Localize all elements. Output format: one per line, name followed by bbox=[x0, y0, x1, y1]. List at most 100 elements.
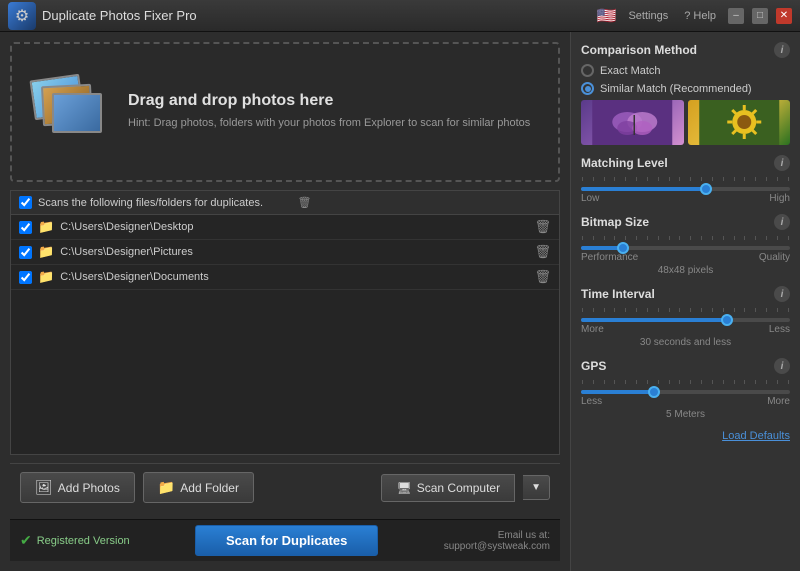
add-photos-label: Add Photos bbox=[58, 481, 120, 495]
add-photos-button[interactable]: 🖼 Add Photos bbox=[20, 472, 135, 503]
comparison-images bbox=[581, 100, 790, 145]
gps-center-label: 5 Meters bbox=[581, 409, 790, 420]
folder-checkbox-2[interactable] bbox=[19, 271, 32, 284]
add-photos-icon: 🖼 bbox=[35, 479, 53, 496]
folder-icon-2: 📁 bbox=[38, 269, 54, 285]
list-item[interactable]: 📁 C:\Users\Designer\Pictures 🗑 bbox=[11, 240, 559, 265]
registered-icon: ✔ bbox=[20, 532, 32, 549]
matching-level-low: Low bbox=[581, 193, 599, 204]
matching-level-title: Matching Level bbox=[581, 156, 668, 170]
time-interval-section: Time Interval i More Less 30 seconds and… bbox=[581, 286, 790, 348]
left-panel: Drag and drop photos here Hint: Drag pho… bbox=[0, 32, 570, 571]
bitmap-performance: Performance bbox=[581, 252, 638, 263]
comparison-radio-group: Exact Match Similar Match (Recommended) bbox=[581, 64, 790, 95]
similar-match-radio[interactable] bbox=[581, 82, 594, 95]
time-interval-less: Less bbox=[769, 324, 790, 335]
bitmap-size-info-icon[interactable]: i bbox=[774, 214, 790, 230]
photos-icon bbox=[32, 77, 112, 147]
bitmap-center-label: 48x48 pixels bbox=[581, 265, 790, 276]
matching-level-section: Matching Level i Low High bbox=[581, 155, 790, 204]
time-interval-slider[interactable] bbox=[581, 318, 790, 322]
folder-list-container: Scans the following files/folders for du… bbox=[10, 190, 560, 455]
drop-text: Drag and drop photos here Hint: Drag pho… bbox=[128, 92, 530, 131]
minimize-button[interactable]: – bbox=[728, 8, 744, 24]
gps-slider[interactable] bbox=[581, 390, 790, 394]
drop-hint: Hint: Drag photos, folders with your pho… bbox=[128, 116, 530, 131]
app-title: Duplicate Photos Fixer Pro bbox=[42, 8, 197, 23]
comparison-method-header: Comparison Method i bbox=[581, 42, 790, 58]
bitmap-size-slider[interactable] bbox=[581, 246, 790, 250]
folder-icon-1: 📁 bbox=[38, 244, 54, 260]
add-folder-button[interactable]: 📁 Add Folder bbox=[143, 472, 254, 503]
folder-list-header-text: Scans the following files/folders for du… bbox=[38, 197, 292, 209]
time-interval-info-icon[interactable]: i bbox=[774, 286, 790, 302]
title-bar-left: ⚙ Duplicate Photos Fixer Pro bbox=[8, 2, 197, 30]
scan-computer-label: Scan Computer bbox=[417, 481, 500, 495]
time-interval-header: Time Interval i bbox=[581, 286, 790, 302]
title-bar-right: 🇺🇸 Settings ? Help – □ ✕ bbox=[597, 6, 792, 26]
load-defaults-link[interactable]: Load Defaults bbox=[581, 430, 790, 442]
folder-icon-0: 📁 bbox=[38, 219, 54, 235]
add-folder-icon: 📁 bbox=[158, 479, 175, 496]
header-trash-icon[interactable]: 🗑 bbox=[298, 196, 552, 209]
gps-info-icon[interactable]: i bbox=[774, 358, 790, 374]
time-interval-center-label: 30 seconds and less bbox=[581, 337, 790, 348]
bitmap-size-header: Bitmap Size i bbox=[581, 214, 790, 230]
registered-text: Registered Version bbox=[37, 535, 130, 547]
comparison-method-title: Comparison Method bbox=[581, 43, 697, 57]
folder-path-0: C:\Users\Designer\Desktop bbox=[60, 221, 528, 233]
butterfly-image bbox=[581, 100, 684, 145]
folder-checkbox-0[interactable] bbox=[19, 221, 32, 234]
main-container: Drag and drop photos here Hint: Drag pho… bbox=[0, 32, 800, 571]
drop-heading: Drag and drop photos here bbox=[128, 92, 530, 110]
select-all-checkbox[interactable] bbox=[19, 196, 32, 209]
folder-trash-0[interactable]: 🗑 bbox=[534, 219, 551, 235]
add-folder-label: Add Folder bbox=[180, 481, 239, 495]
status-bar: ✔ Registered Version Scan for Duplicates… bbox=[10, 519, 560, 561]
list-item[interactable]: 📁 C:\Users\Designer\Documents 🗑 bbox=[11, 265, 559, 290]
close-button[interactable]: ✕ bbox=[776, 8, 792, 24]
scan-computer-dropdown[interactable]: ▼ bbox=[523, 475, 550, 500]
help-btn[interactable]: ? Help bbox=[680, 8, 720, 24]
folder-path-1: C:\Users\Designer\Pictures bbox=[60, 246, 528, 258]
matching-level-high: High bbox=[769, 193, 790, 204]
status-left: ✔ Registered Version bbox=[20, 532, 130, 549]
scan-computer-button[interactable]: 🖥 Scan Computer bbox=[381, 474, 515, 502]
gps-header: GPS i bbox=[581, 358, 790, 374]
flag-icon: 🇺🇸 bbox=[597, 6, 617, 26]
folder-checkbox-1[interactable] bbox=[19, 246, 32, 259]
exact-match-label: Exact Match bbox=[600, 65, 661, 77]
folder-trash-1[interactable]: 🗑 bbox=[534, 244, 551, 260]
comparison-method-section: Comparison Method i Exact Match Similar … bbox=[581, 42, 790, 145]
time-interval-title: Time Interval bbox=[581, 287, 655, 301]
exact-match-radio[interactable] bbox=[581, 64, 594, 77]
similar-match-label: Similar Match (Recommended) bbox=[600, 83, 752, 95]
similar-match-option[interactable]: Similar Match (Recommended) bbox=[581, 82, 790, 95]
time-interval-more: More bbox=[581, 324, 604, 335]
photo-card-front bbox=[52, 93, 102, 133]
matching-level-info-icon[interactable]: i bbox=[774, 155, 790, 171]
bitmap-size-section: Bitmap Size i Performance Quality 48x48 … bbox=[581, 214, 790, 276]
settings-btn[interactable]: Settings bbox=[624, 8, 672, 24]
scan-for-duplicates-button[interactable]: Scan for Duplicates bbox=[195, 525, 378, 556]
comparison-method-info-icon[interactable]: i bbox=[774, 42, 790, 58]
gps-more: More bbox=[767, 396, 790, 407]
gps-title: GPS bbox=[581, 359, 606, 373]
maximize-button[interactable]: □ bbox=[752, 8, 768, 24]
folder-list-header: Scans the following files/folders for du… bbox=[11, 191, 559, 215]
right-panel: Comparison Method i Exact Match Similar … bbox=[570, 32, 800, 571]
gps-section: GPS i Less More 5 Meters bbox=[581, 358, 790, 420]
folder-trash-2[interactable]: 🗑 bbox=[534, 269, 551, 285]
email-address: support@systweak.com bbox=[444, 541, 550, 552]
monitor-icon: 🖥 bbox=[396, 481, 411, 495]
bitmap-size-title: Bitmap Size bbox=[581, 215, 649, 229]
drop-zone[interactable]: Drag and drop photos here Hint: Drag pho… bbox=[10, 42, 560, 182]
exact-match-option[interactable]: Exact Match bbox=[581, 64, 790, 77]
bitmap-quality: Quality bbox=[759, 252, 790, 263]
matching-level-slider[interactable] bbox=[581, 187, 790, 191]
matching-level-header: Matching Level i bbox=[581, 155, 790, 171]
list-item[interactable]: 📁 C:\Users\Designer\Desktop 🗑 bbox=[11, 215, 559, 240]
email-label: Email us at: bbox=[444, 530, 550, 541]
title-bar: ⚙ Duplicate Photos Fixer Pro 🇺🇸 Settings… bbox=[0, 0, 800, 32]
sunflower-image bbox=[688, 100, 791, 145]
